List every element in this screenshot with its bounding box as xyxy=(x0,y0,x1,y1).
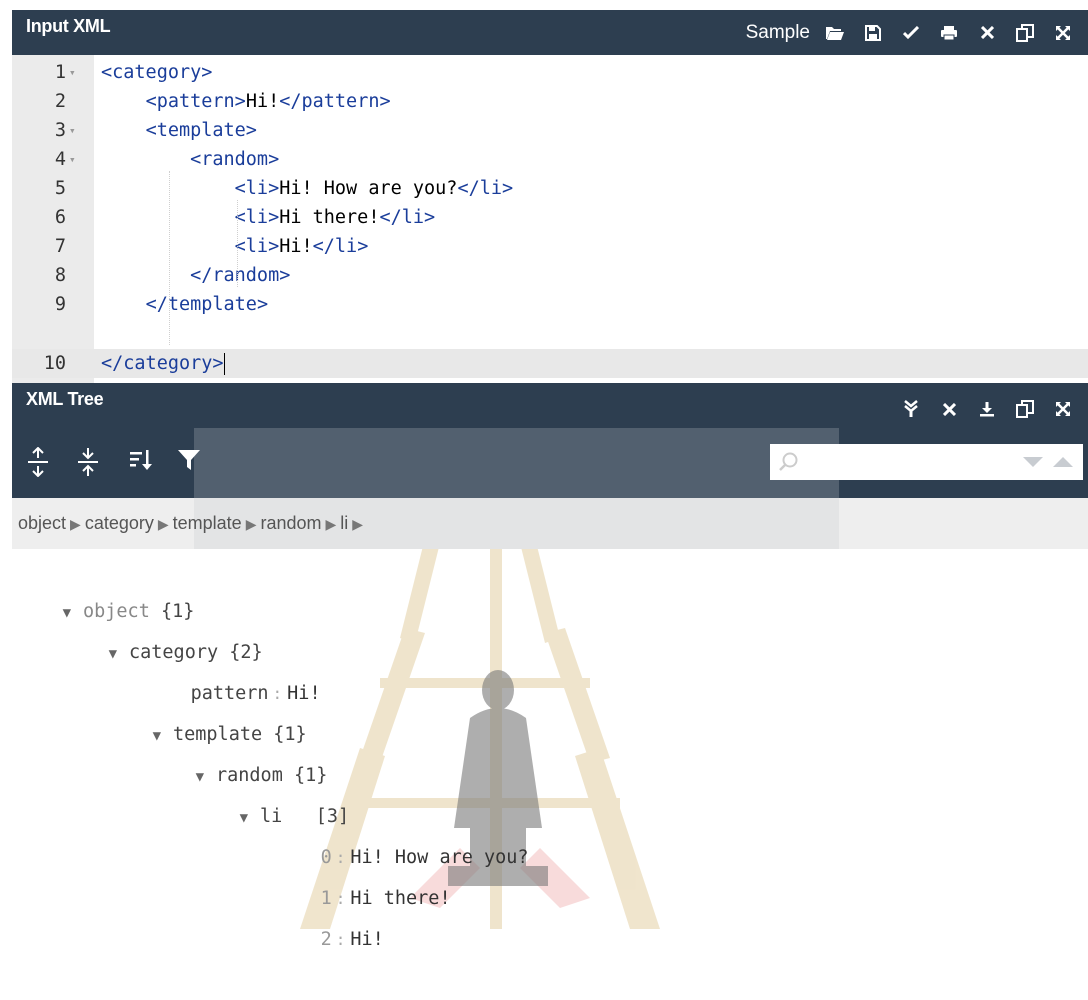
breadcrumb-item-template[interactable]: template xyxy=(173,513,242,533)
code-line: 6 <li>Hi there!</li> xyxy=(12,203,1088,232)
tree-node-li-item[interactable]: 1: Hi there! xyxy=(276,839,451,909)
collapse-all-icon[interactable] xyxy=(76,447,108,479)
code-line: 2 <pattern>Hi!</pattern> xyxy=(12,87,1088,116)
sample-button[interactable]: Sample xyxy=(746,22,810,44)
code-text: <random> xyxy=(190,149,280,170)
line-number: 8 xyxy=(54,265,66,286)
item-index: 2 xyxy=(320,929,332,950)
xml-tree-title: XML Tree xyxy=(26,389,104,409)
code-text: </random> xyxy=(190,265,291,286)
breadcrumb-separator-icon: ▶ xyxy=(157,516,169,532)
code-text: <li>Hi there!</li> xyxy=(234,207,436,228)
search-next-icon xyxy=(1023,457,1043,467)
tree-toolbar xyxy=(12,428,1088,498)
code-line-active: 10 </category> xyxy=(12,349,1088,378)
line-number: 4 xyxy=(54,149,66,170)
line-number: 10 xyxy=(43,353,66,374)
search-box[interactable] xyxy=(770,444,1083,480)
tree-node-pattern[interactable]: pattern: Hi! xyxy=(146,634,321,704)
code-text: <li>Hi!</li> xyxy=(234,236,369,257)
input-xml-title: Input XML xyxy=(26,16,111,36)
tree-node-li-item[interactable]: 0: Hi! How are you? xyxy=(276,798,529,868)
expand-all-icon[interactable] xyxy=(26,446,58,479)
folder-open-icon[interactable] xyxy=(816,18,854,48)
colon-separator: : xyxy=(335,930,346,949)
input-xml-header: Input XML Sample xyxy=(12,10,1088,55)
line-number: 3 xyxy=(54,120,66,141)
code-text: <pattern>Hi!</pattern> xyxy=(145,91,391,112)
node-value: Hi! xyxy=(350,929,384,950)
print-icon[interactable] xyxy=(930,18,968,48)
code-text: <template> xyxy=(145,120,257,141)
tree-node-random[interactable]: ▼ random {1} xyxy=(151,716,328,786)
breadcrumb-item-random[interactable]: random xyxy=(260,513,321,533)
sort-icon[interactable] xyxy=(128,447,160,479)
code-line: 1 ▾ <category> xyxy=(12,58,1088,87)
breadcrumb-item-object[interactable]: object xyxy=(18,513,66,533)
close-icon[interactable] xyxy=(930,394,968,424)
filter-overlay xyxy=(194,428,839,498)
fold-arrow-icon[interactable]: ▾ xyxy=(69,145,76,174)
close-icon[interactable] xyxy=(968,18,1006,48)
code-line: 4 ▾ <random> xyxy=(12,145,1088,174)
search-prev-icon xyxy=(1053,457,1073,467)
text-cursor xyxy=(223,353,225,375)
fullscreen-icon[interactable] xyxy=(1044,18,1082,48)
indent-guide xyxy=(237,200,238,287)
breadcrumb-separator-icon: ▶ xyxy=(70,516,81,532)
line-number: 7 xyxy=(54,236,66,257)
collapse-down-icon[interactable] xyxy=(892,394,930,424)
line-number: 9 xyxy=(54,294,66,315)
code-line: 8 </random> xyxy=(12,261,1088,290)
code-line: 9 </template> xyxy=(12,290,1088,319)
tree-node-category[interactable]: ▼ category {2} xyxy=(64,593,263,663)
code-text: <li>Hi! How are you?</li> xyxy=(234,178,514,199)
copy-icon[interactable] xyxy=(1006,394,1044,424)
search-input[interactable] xyxy=(808,448,1012,476)
xml-tree-view: ▼ object {1} ▼ category {2} pattern: Hi! ▼ t… xyxy=(12,549,1088,950)
check-icon[interactable] xyxy=(892,18,930,48)
line-number: 5 xyxy=(54,178,66,199)
expand-toggle-icon[interactable]: ▼ xyxy=(109,646,117,662)
breadcrumb-item-li[interactable]: li xyxy=(340,513,348,533)
search-icon xyxy=(778,451,800,478)
copy-icon[interactable] xyxy=(1006,18,1044,48)
fold-arrow-icon[interactable]: ▾ xyxy=(69,116,76,145)
tree-node-li-item[interactable]: 2: Hi! xyxy=(276,880,384,950)
breadcrumb: object ▶ category ▶ template ▶ random ▶ li ▶ xyxy=(12,498,1088,549)
code-line: 7 <li>Hi!</li> xyxy=(12,232,1088,261)
expand-toggle-icon[interactable]: ▼ xyxy=(240,810,248,826)
code-text: </template> xyxy=(145,294,269,315)
code-line: 3 ▾ <template> xyxy=(12,116,1088,145)
filter-icon[interactable] xyxy=(176,447,208,479)
save-icon[interactable] xyxy=(854,18,892,48)
download-icon[interactable] xyxy=(968,394,1006,424)
tree-node-object[interactable]: ▼ object {1} xyxy=(18,552,195,622)
search-nav-arrows xyxy=(1021,455,1077,474)
fullscreen-icon[interactable] xyxy=(1044,394,1082,424)
xml-code-editor[interactable]: 1 ▾ <category> 2 <pattern>Hi!</pattern> … xyxy=(12,55,1088,383)
code-line: 5 <li>Hi! How are you?</li> xyxy=(12,174,1088,203)
tree-node-template[interactable]: ▼ template {1} xyxy=(108,675,307,745)
code-text: <category> xyxy=(101,62,213,83)
tree-node-li[interactable]: ▼ li [3] xyxy=(195,757,350,827)
indent-guide xyxy=(169,171,170,345)
fold-arrow-icon[interactable]: ▾ xyxy=(69,58,76,87)
line-number: 2 xyxy=(54,91,66,112)
breadcrumb-item-category[interactable]: category xyxy=(85,513,154,533)
breadcrumb-separator-icon: ▶ xyxy=(245,516,257,532)
line-number: 6 xyxy=(54,207,66,228)
breadcrumb-separator-icon: ▶ xyxy=(325,516,337,532)
code-text: </category> xyxy=(101,353,225,375)
breadcrumb-separator-icon: ▶ xyxy=(352,516,364,532)
line-number: 1 xyxy=(54,62,66,83)
xml-tree-header: XML Tree xyxy=(12,383,1088,428)
